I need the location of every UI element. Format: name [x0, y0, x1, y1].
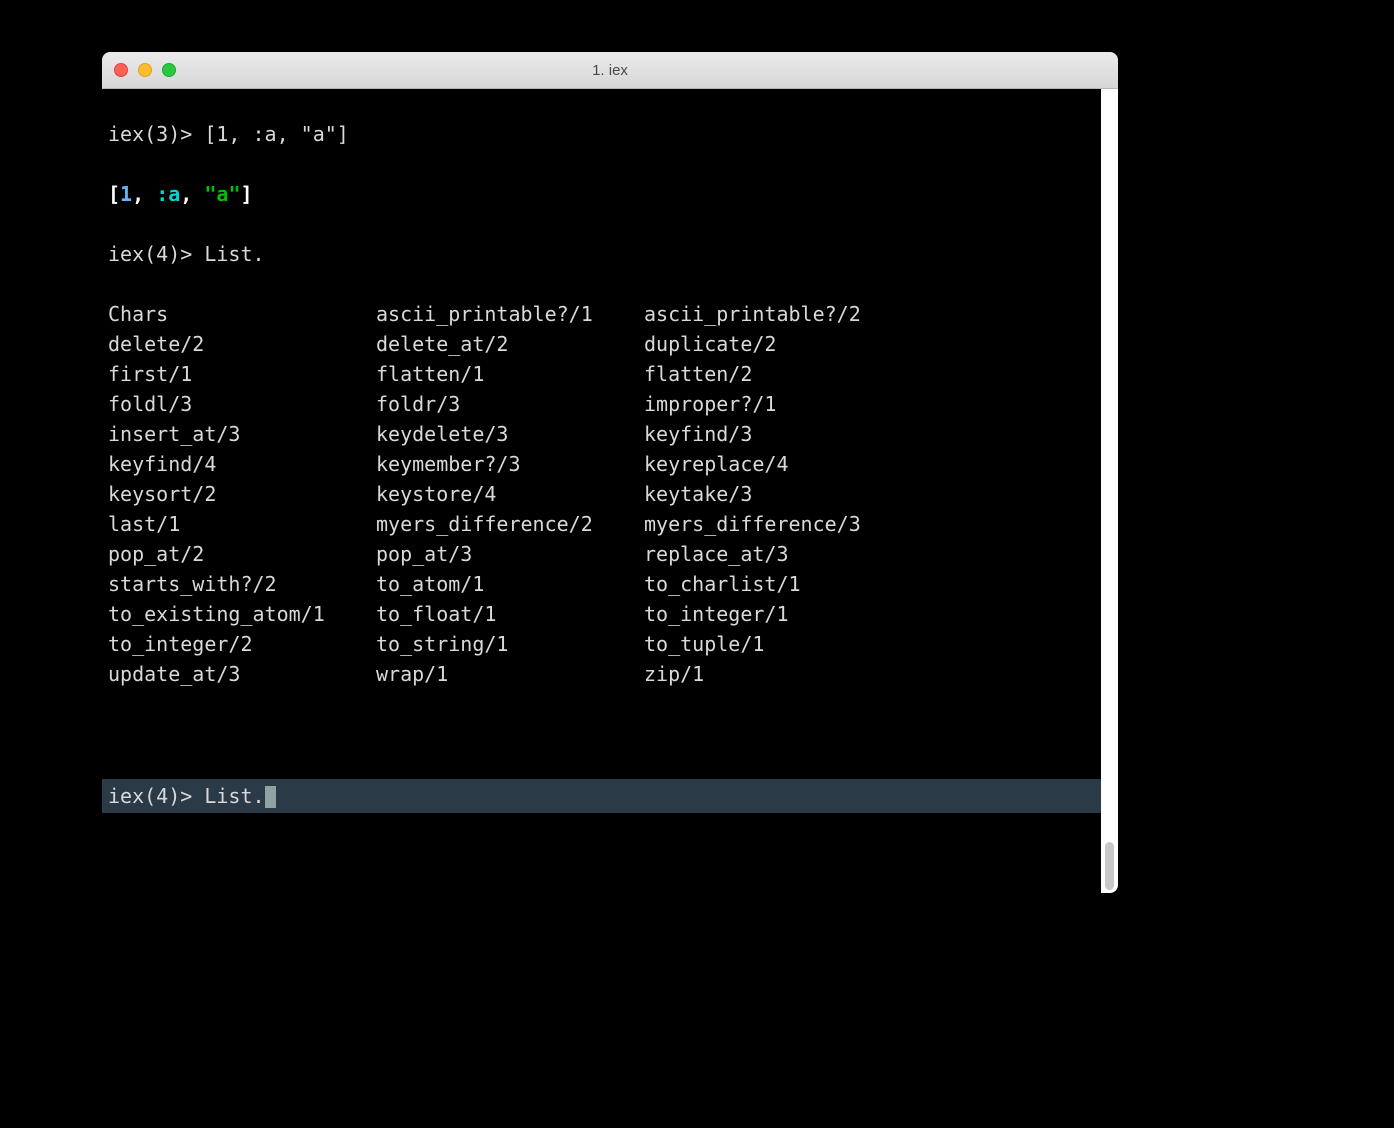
- completion-item: foldr/3: [376, 389, 644, 419]
- completion-item: starts_with?/2: [108, 569, 376, 599]
- literal-atom: :a: [156, 182, 180, 206]
- completion-item: to_existing_atom/1: [108, 599, 376, 629]
- completion-item: keyfind/4: [108, 449, 376, 479]
- prompt: iex(4)>: [108, 242, 192, 266]
- completion-item: delete/2: [108, 329, 376, 359]
- completion-item: keystore/4: [376, 479, 644, 509]
- active-input-line[interactable]: iex(4)> List.: [102, 779, 1101, 813]
- completion-item: improper?/1: [644, 389, 912, 419]
- bracket-open: [: [108, 182, 120, 206]
- completion-item: keydelete/3: [376, 419, 644, 449]
- zoom-icon[interactable]: [162, 63, 176, 77]
- titlebar[interactable]: 1. iex: [102, 52, 1118, 89]
- cursor-icon: [265, 786, 276, 808]
- scrollbar-thumb[interactable]: [1105, 842, 1114, 890]
- terminal-body: iex(3)> [1, :a, "a"] [1, :a, "a"] iex(4)…: [102, 89, 1118, 893]
- completion-item: last/1: [108, 509, 376, 539]
- completion-list: Charsascii_printable?/1ascii_printable?/…: [102, 299, 1101, 689]
- minimize-icon[interactable]: [138, 63, 152, 77]
- input-text: [1, :a, "a"]: [204, 122, 349, 146]
- blank-line: [102, 719, 1101, 749]
- completion-item: to_string/1: [376, 629, 644, 659]
- history-line: iex(4)> List.: [102, 239, 1101, 269]
- completion-item: keyreplace/4: [644, 449, 912, 479]
- bracket-close: ]: [241, 182, 253, 206]
- result-line: [1, :a, "a"]: [102, 179, 1101, 209]
- completion-item: myers_difference/3: [644, 509, 912, 539]
- completion-item: flatten/1: [376, 359, 644, 389]
- prompt: iex(4)>: [108, 784, 192, 808]
- completion-item: update_at/3: [108, 659, 376, 689]
- completion-item: insert_at/3: [108, 419, 376, 449]
- window-controls: [114, 63, 176, 77]
- completion-item: ascii_printable?/1: [376, 299, 644, 329]
- completion-item: flatten/2: [644, 359, 912, 389]
- completion-item: wrap/1: [376, 659, 644, 689]
- completion-item: myers_difference/2: [376, 509, 644, 539]
- completion-item: foldl/3: [108, 389, 376, 419]
- completion-item: pop_at/2: [108, 539, 376, 569]
- completion-item: to_charlist/1: [644, 569, 912, 599]
- history-line: iex(3)> [1, :a, "a"]: [102, 119, 1101, 149]
- completion-item: keyfind/3: [644, 419, 912, 449]
- completion-item: keytake/3: [644, 479, 912, 509]
- completion-item: replace_at/3: [644, 539, 912, 569]
- current-input: List.: [204, 784, 264, 808]
- desktop: 1. iex iex(3)> [1, :a, "a"] [1, :a, "a"]…: [0, 0, 1394, 1128]
- completion-item: to_integer/1: [644, 599, 912, 629]
- prompt: iex(3)>: [108, 122, 192, 146]
- completion-item: duplicate/2: [644, 329, 912, 359]
- completion-item: to_integer/2: [108, 629, 376, 659]
- comma: ,: [132, 182, 156, 206]
- terminal-output[interactable]: iex(3)> [1, :a, "a"] [1, :a, "a"] iex(4)…: [102, 89, 1101, 893]
- completion-item: Chars: [108, 299, 376, 329]
- window-title: 1. iex: [102, 62, 1118, 79]
- scrollbar[interactable]: [1101, 89, 1118, 893]
- completion-item: keysort/2: [108, 479, 376, 509]
- terminal-window: 1. iex iex(3)> [1, :a, "a"] [1, :a, "a"]…: [102, 52, 1118, 893]
- completion-item: pop_at/3: [376, 539, 644, 569]
- literal-number: 1: [120, 182, 132, 206]
- completion-item: delete_at/2: [376, 329, 644, 359]
- completion-item: to_float/1: [376, 599, 644, 629]
- input-text: List.: [204, 242, 264, 266]
- completion-item: keymember?/3: [376, 449, 644, 479]
- completion-item: first/1: [108, 359, 376, 389]
- comma: ,: [180, 182, 204, 206]
- literal-string: "a": [204, 182, 240, 206]
- close-icon[interactable]: [114, 63, 128, 77]
- completion-item: to_atom/1: [376, 569, 644, 599]
- completion-item: to_tuple/1: [644, 629, 912, 659]
- completion-item: ascii_printable?/2: [644, 299, 912, 329]
- completion-item: zip/1: [644, 659, 912, 689]
